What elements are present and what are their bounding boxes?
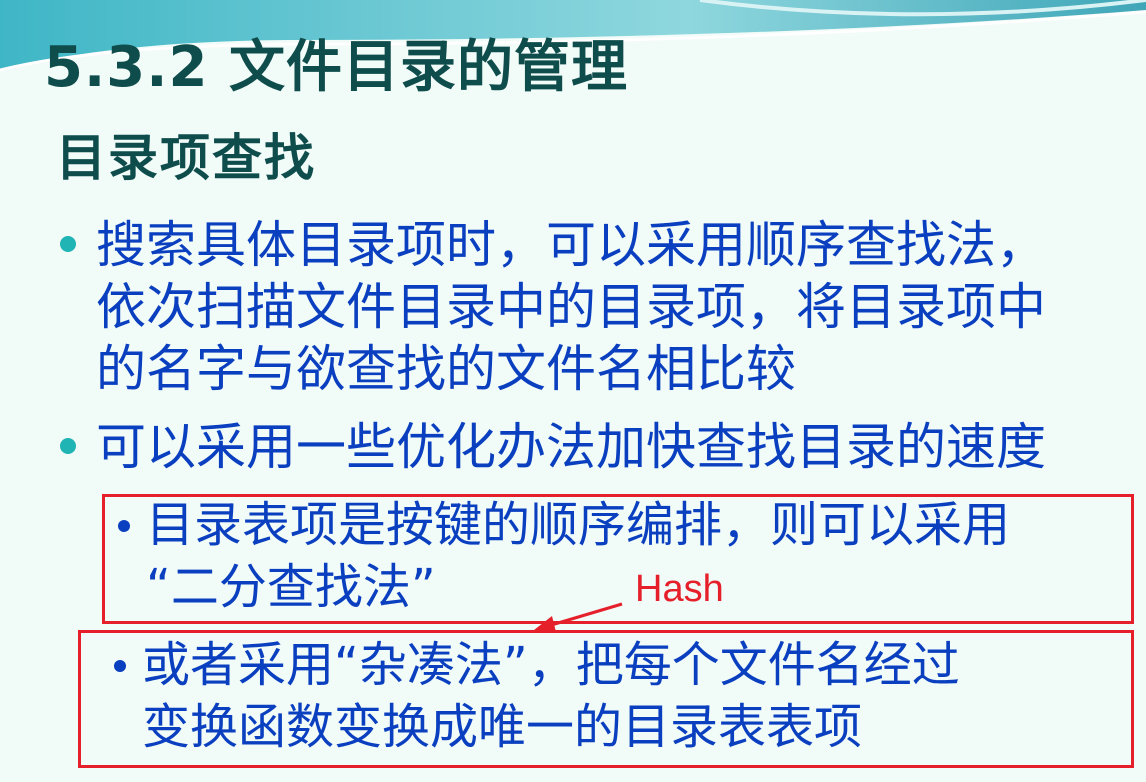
sub-bullet-line: 目录表项是按键的顺序编排，则可以采用 xyxy=(146,497,1011,553)
sub-bullet-line: 变换函数变换成唯一的目录表表项 xyxy=(142,699,863,755)
bullet-line: 搜索具体目录项时，可以采用顺序查找法， xyxy=(96,216,1046,274)
page-title: 5.3.2 文件目录的管理 xyxy=(44,35,628,100)
bullet-optimization: 可以采用一些优化办法加快查找目录的速度 xyxy=(60,416,1046,478)
sub-bullet-line: “二分查找法” xyxy=(146,559,436,615)
bullet-line: 可以采用一些优化办法加快查找目录的速度 xyxy=(96,418,1046,476)
sub-bullet-dot-icon xyxy=(118,520,130,532)
section-heading: 目录项查找 xyxy=(56,129,316,187)
bullet-line: 的名字与欲查找的文件名相比较 xyxy=(96,340,796,398)
sub-bullet-binary-search: 目录表项是按键的顺序编排，则可以采用 “二分查找法” xyxy=(118,494,1010,618)
hash-annotation: Hash xyxy=(635,568,724,610)
sub-bullet-dot-icon xyxy=(114,660,126,672)
bullet-sequential-search: 搜索具体目录项时，可以采用顺序查找法， 依次扫描文件目录中的目录项，将目录项中 … xyxy=(60,214,1046,400)
sub-bullet-line: 或者采用“杂凑法”，把每个文件名经过 xyxy=(142,637,960,693)
bullet-dot-icon xyxy=(60,438,76,454)
bullet-dot-icon xyxy=(60,236,76,252)
bullet-line: 依次扫描文件目录中的目录项，将目录项中 xyxy=(96,278,1046,336)
sub-bullet-hashing: 或者采用“杂凑法”，把每个文件名经过 变换函数变换成唯一的目录表表项 xyxy=(114,634,960,758)
